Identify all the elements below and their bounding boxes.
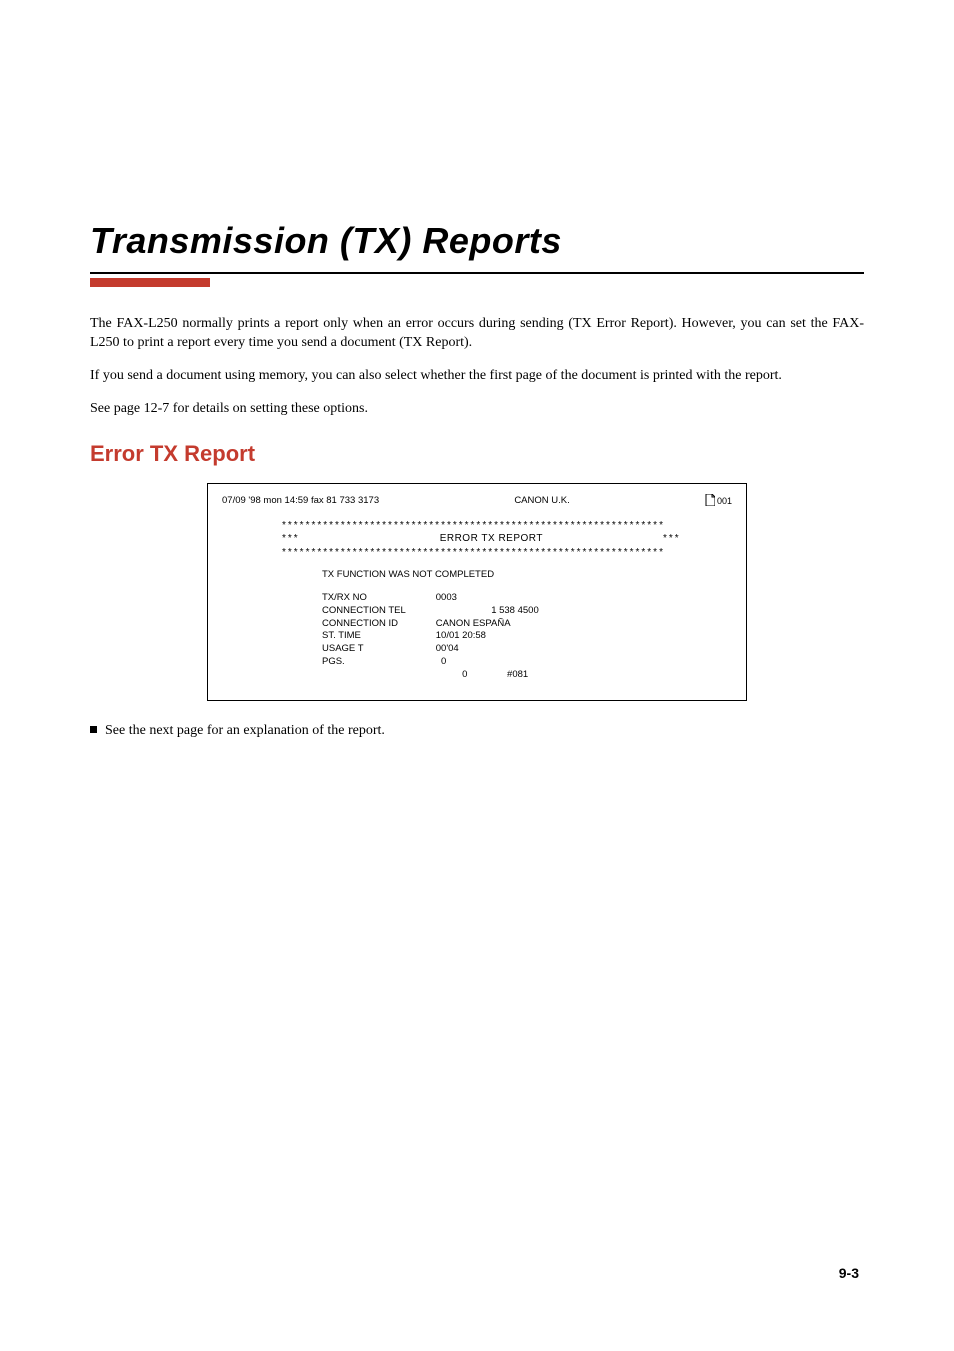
detail-value: CANON ESPAÑA [436,618,539,631]
paragraph-1: The FAX-L250 normally prints a report on… [90,315,864,353]
table-row: PGS. 0 [322,656,539,669]
asterisk-left: *** [282,532,300,546]
error-tx-report-sample: 07/09 '98 mon 14:59 fax 81 733 3173 CANO… [207,483,747,701]
report-title-label: ERROR TX REPORT [440,532,543,546]
asterisk-row-bottom: ****************************************… [282,546,692,560]
paragraph-3: See page 12-7 for details on setting the… [90,400,864,419]
detail-error-code: 0 #081 [436,669,539,682]
bullet-icon [90,726,97,733]
detail-key: CONNECTION ID [322,618,436,631]
report-header-center: CANON U.K. [514,495,569,508]
asterisk-row-top: ****************************************… [282,519,692,533]
table-row: USAGE T00'04 [322,643,539,656]
detail-key: CONNECTION TEL [322,605,436,618]
detail-key: PGS. [322,656,436,669]
page-title: Transmission (TX) Reports [90,220,864,262]
table-row: 0 #081 [322,669,539,682]
title-accent-bar [90,278,210,287]
paragraph-2: If you send a document using memory, you… [90,367,864,386]
detail-key: ST. TIME [322,630,436,643]
detail-value: 10/01 20:58 [436,630,539,643]
detail-key: USAGE T [322,643,436,656]
footnote-text: See the next page for an explanation of … [105,723,385,738]
detail-value: 0003 [436,592,539,605]
report-details-table: TX/RX NO0003 CONNECTION TEL 1 538 4500 C… [322,592,539,682]
report-header-right: 001 [705,494,732,509]
detail-value: 0 [436,656,539,669]
title-rule [90,272,864,274]
detail-value: 00'04 [436,643,539,656]
table-row: TX/RX NO0003 [322,592,539,605]
page-number: 9-3 [839,1265,859,1281]
report-title-row: *** ERROR TX REPORT *** [282,532,692,546]
footnote: See the next page for an explanation of … [90,723,864,739]
table-row: CONNECTION IDCANON ESPAÑA [322,618,539,631]
detail-value: 1 538 4500 [436,605,539,618]
report-page-number: 001 [717,495,732,507]
report-header-left: 07/09 '98 mon 14:59 fax 81 733 3173 [222,495,379,508]
table-row: CONNECTION TEL 1 538 4500 [322,605,539,618]
detail-key: TX/RX NO [322,592,436,605]
page-fold-icon [705,494,715,509]
table-row: ST. TIME10/01 20:58 [322,630,539,643]
section-heading: Error TX Report [90,441,864,467]
report-status-line: TX FUNCTION WAS NOT COMPLETED [322,569,732,582]
asterisk-right: *** [663,532,681,546]
